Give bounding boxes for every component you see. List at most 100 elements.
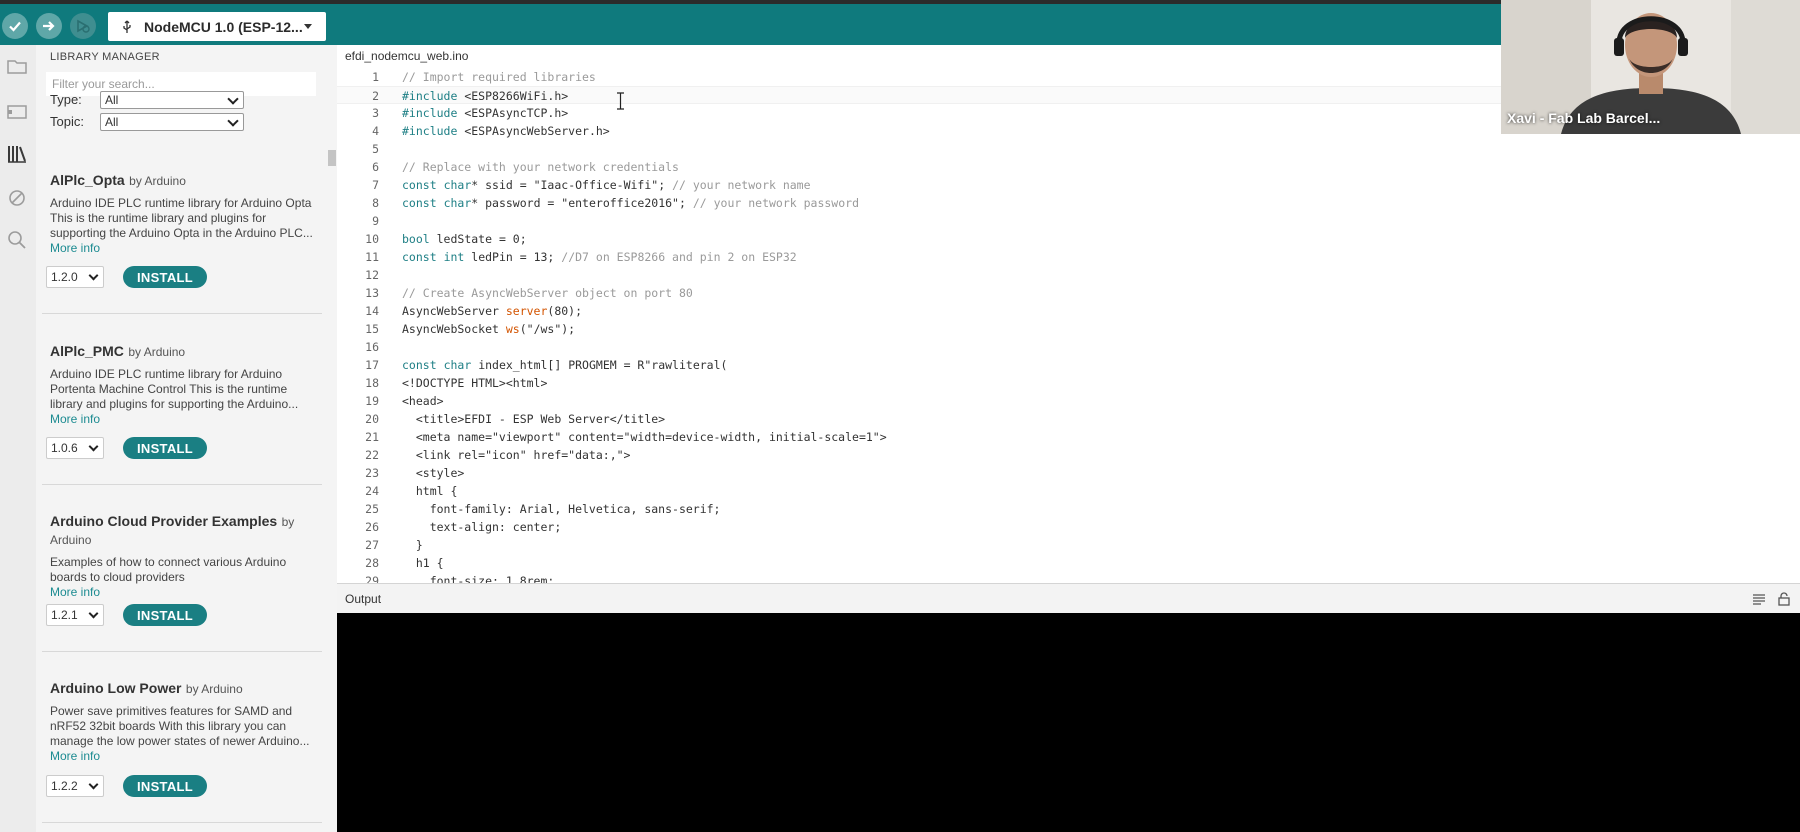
divider xyxy=(42,313,322,314)
code-text: html { xyxy=(402,484,458,498)
output-title: Output xyxy=(345,592,382,606)
code-line[interactable]: 13 // Create AsyncWebServer object on por… xyxy=(337,284,1800,302)
version-select[interactable]: 1.2.2 xyxy=(46,775,104,797)
code-line[interactable]: 5 xyxy=(337,140,1800,158)
version-select[interactable]: 1.2.1 xyxy=(46,604,104,626)
code-line[interactable]: 17 const char index_html[] PROGMEM = R"ra… xyxy=(337,356,1800,374)
sketchbook-button[interactable] xyxy=(4,53,30,79)
line-number: 7 xyxy=(372,178,379,192)
more-info-link[interactable]: More info xyxy=(50,412,320,427)
library-name: AlPlc_PMC xyxy=(50,343,124,359)
code-text: // Replace with your network credentials xyxy=(402,160,679,174)
output-console[interactable] xyxy=(337,613,1800,832)
line-number: 9 xyxy=(372,214,379,228)
more-info-link[interactable]: More info xyxy=(50,585,320,600)
code-line[interactable]: 22 <link rel="icon" href="data:,"> xyxy=(337,446,1800,464)
code-line[interactable]: 29 font-size: 1.8rem; xyxy=(337,572,1800,583)
line-number: 13 xyxy=(365,286,379,300)
type-select[interactable]: All xyxy=(100,91,244,109)
code-text: AsyncWebServer server(80); xyxy=(402,304,583,318)
debug-button[interactable] xyxy=(70,13,96,39)
install-button[interactable]: INSTALL xyxy=(123,437,207,459)
arrow-right-icon xyxy=(43,21,55,31)
line-number: 25 xyxy=(365,502,379,516)
code-text: // Create AsyncWebServer object on port … xyxy=(402,286,693,300)
debug-panel-button[interactable] xyxy=(4,185,30,211)
topic-select[interactable]: All xyxy=(100,113,244,131)
board-icon xyxy=(7,105,27,119)
more-info-link[interactable]: More info xyxy=(50,241,320,256)
line-number: 21 xyxy=(365,430,379,444)
library-icon xyxy=(8,146,26,163)
code-line[interactable]: 16 xyxy=(337,338,1800,356)
lock-icon[interactable] xyxy=(1777,592,1791,606)
library-description: Examples of how to connect various Ardui… xyxy=(50,555,287,584)
folder-icon xyxy=(7,60,27,74)
code-line[interactable]: 20 <title>EFDI - ESP Web Server</title> xyxy=(337,410,1800,428)
line-number: 26 xyxy=(365,520,379,534)
type-value: All xyxy=(105,93,119,107)
code-line[interactable]: 18 <!DOCTYPE HTML><html> xyxy=(337,374,1800,392)
line-number: 23 xyxy=(365,466,379,480)
version-select[interactable]: 1.2.0 xyxy=(46,266,104,288)
code-line[interactable]: 11 const int ledPin = 13; //D7 on ESP8266… xyxy=(337,248,1800,266)
code-line[interactable]: 14 AsyncWebServer server(80); xyxy=(337,302,1800,320)
code-line[interactable]: 9 xyxy=(337,212,1800,230)
code-line[interactable]: 8 const char* password = "enteroffice2016… xyxy=(337,194,1800,212)
upload-button[interactable] xyxy=(36,13,62,39)
code-line[interactable]: 28 h1 { xyxy=(337,554,1800,572)
library-manager-panel: LIBRARY MANAGER Type: All Topic: All AlP… xyxy=(36,45,337,832)
code-line[interactable]: 21 <meta name="viewport" content="width=… xyxy=(337,428,1800,446)
install-button[interactable]: INSTALL xyxy=(123,266,207,288)
line-number: 12 xyxy=(365,268,379,282)
search-button[interactable] xyxy=(4,227,30,253)
code-line[interactable]: 12 xyxy=(337,266,1800,284)
editor-tabbar: efdi_nodemcu_web.ino xyxy=(337,45,1500,69)
boards-manager-button[interactable] xyxy=(4,99,30,125)
line-number: 2 xyxy=(372,89,379,103)
code-editor[interactable]: 1 // Import required libraries 2 #include <… xyxy=(337,69,1800,583)
clear-output-icon[interactable] xyxy=(1752,592,1766,606)
participant-name: Xavi - Fab Lab Barcel... xyxy=(1507,110,1661,126)
board-selector[interactable]: NodeMCU 1.0 (ESP-12... xyxy=(108,12,326,41)
code-line[interactable]: 19 <head> xyxy=(337,392,1800,410)
chevron-down-icon xyxy=(227,93,239,105)
code-line[interactable]: 6 // Replace with your network credential… xyxy=(337,158,1800,176)
library-name: Arduino Low Power xyxy=(50,680,182,696)
install-button[interactable]: INSTALL xyxy=(123,775,207,797)
line-number: 6 xyxy=(372,160,379,174)
version-value: 1.2.1 xyxy=(51,608,78,622)
code-line[interactable]: 24 html { xyxy=(337,482,1800,500)
debug-icon xyxy=(77,19,90,33)
version-select[interactable]: 1.0.6 xyxy=(46,437,104,459)
library-manager-button[interactable] xyxy=(4,141,30,167)
code-line[interactable]: 23 <style> xyxy=(337,464,1800,482)
verify-button[interactable] xyxy=(2,13,28,39)
code-line[interactable]: 10 bool ledState = 0; xyxy=(337,230,1800,248)
line-number: 8 xyxy=(372,196,379,210)
line-number: 17 xyxy=(365,358,379,372)
code-text: <link rel="icon" href="data:,"> xyxy=(402,448,631,462)
code-line[interactable]: 7 const char* ssid = "Iaac-Office-Wifi"; … xyxy=(337,176,1800,194)
code-line[interactable]: 26 text-align: center; xyxy=(337,518,1800,536)
scrollbar-thumb[interactable] xyxy=(328,150,336,166)
code-line[interactable]: 27 } xyxy=(337,536,1800,554)
line-number: 11 xyxy=(365,250,379,264)
text-cursor-icon xyxy=(617,92,624,110)
code-text: <meta name="viewport" content="width=dev… xyxy=(402,430,887,444)
code-line[interactable]: 15 AsyncWebSocket ws("/ws"); xyxy=(337,320,1800,338)
code-text: #include <ESPAsyncTCP.h> xyxy=(402,106,569,120)
code-line[interactable]: 25 font-family: Arial, Helvetica, sans-s… xyxy=(337,500,1800,518)
code-text: AsyncWebSocket ws("/ws"); xyxy=(402,322,576,336)
more-info-link[interactable]: More info xyxy=(50,749,320,764)
code-text: <style> xyxy=(402,466,465,480)
check-icon xyxy=(9,21,21,32)
install-button[interactable]: INSTALL xyxy=(123,604,207,626)
line-number: 18 xyxy=(365,376,379,390)
line-number: 16 xyxy=(365,340,379,354)
divider xyxy=(42,822,322,823)
line-number: 28 xyxy=(365,556,379,570)
library-item: Arduino Low Power by Arduino Power save … xyxy=(50,680,320,764)
chevron-down-icon xyxy=(88,441,99,452)
tab-sketch[interactable]: efdi_nodemcu_web.ino xyxy=(345,49,468,63)
